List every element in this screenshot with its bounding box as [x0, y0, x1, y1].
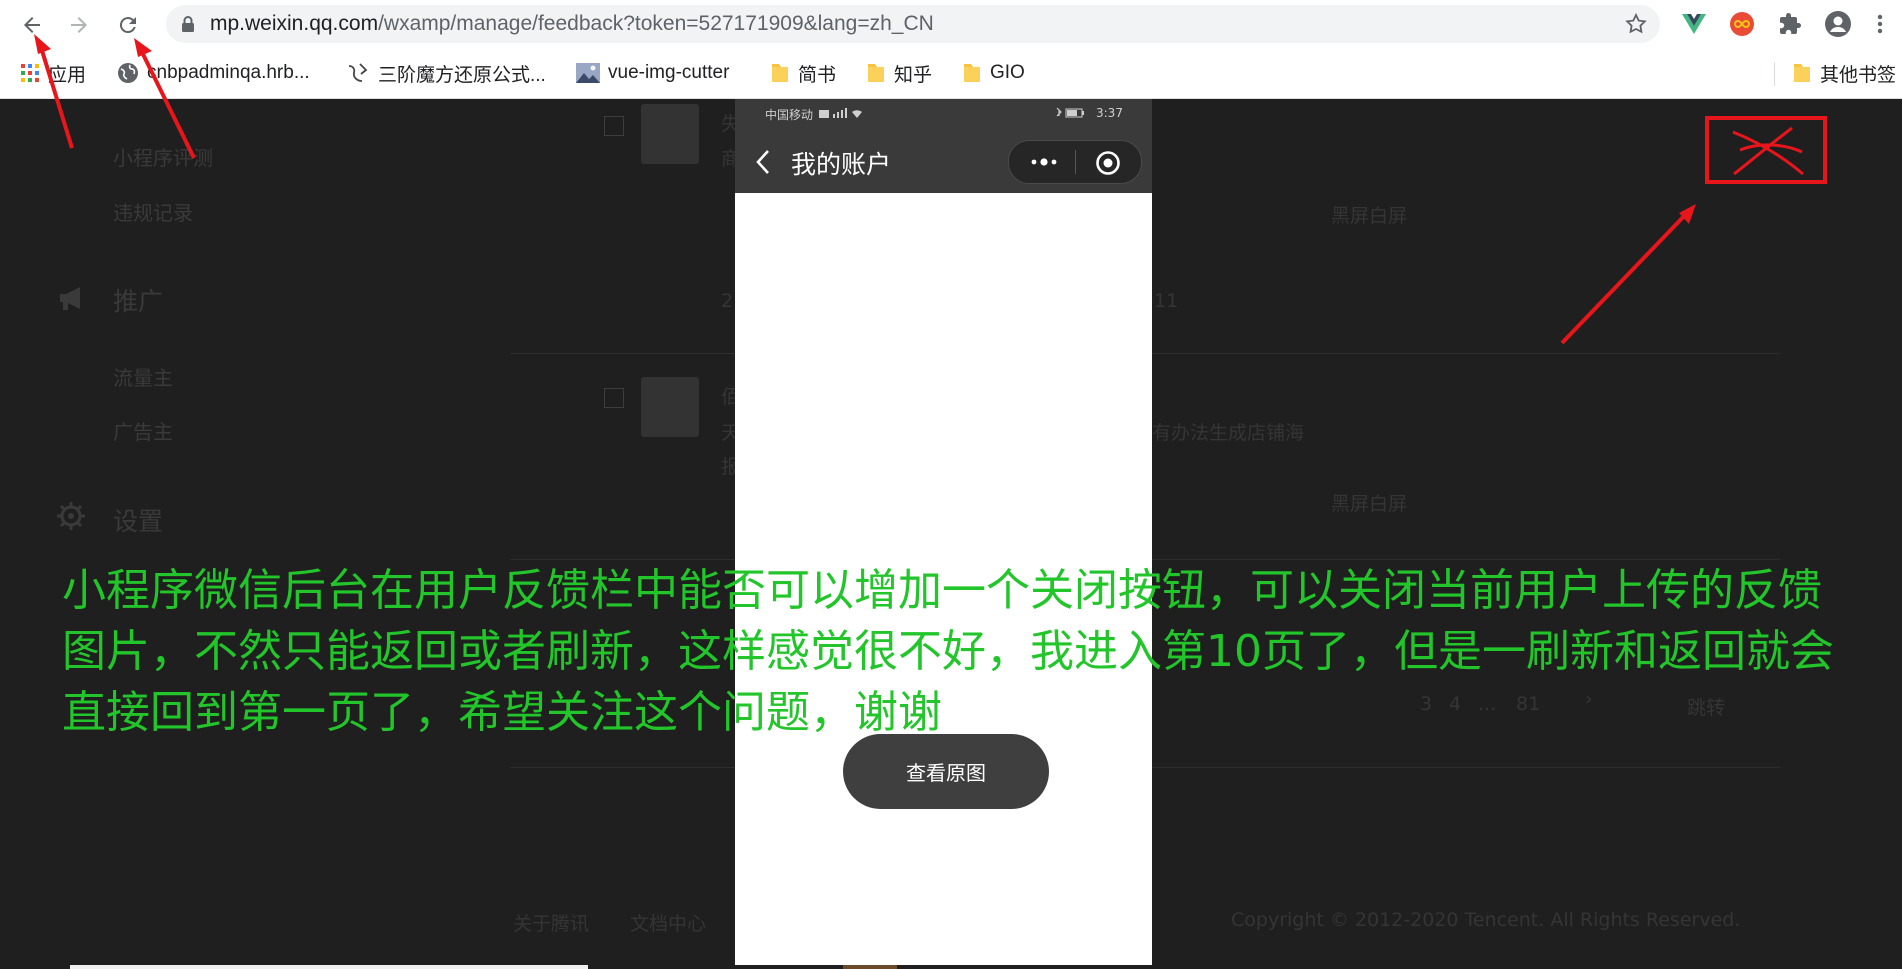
back-button[interactable] — [15, 8, 49, 42]
taskbar-strip — [843, 965, 897, 969]
carrier-text: 中国移动 — [765, 108, 814, 122]
apps-grid-icon — [21, 64, 39, 82]
blank-screen-label: 黑屏白屏 — [1331, 493, 1408, 515]
view-original-button[interactable]: 查看原图 — [843, 734, 1049, 809]
reload-button[interactable] — [111, 8, 145, 42]
bookmarks-divider — [1774, 62, 1775, 86]
bookmark-label: 其他书签 — [1820, 64, 1897, 86]
bookmark-cnbpadmin[interactable]: cnbpadminqa.hrb... — [117, 60, 310, 86]
sidebar-item-promotion[interactable]: 推广 — [113, 282, 163, 318]
forward-button[interactable] — [62, 8, 96, 42]
puzzle-icon — [1780, 13, 1801, 34]
folder-icon — [772, 64, 788, 82]
browser-toolbar: mp.weixin.qq.com/wxamp/manage/feedback?t… — [0, 0, 1902, 48]
lock-icon — [182, 16, 194, 32]
signal-icon — [819, 108, 862, 118]
bookmark-label: 知乎 — [894, 64, 933, 86]
feedback-text-fragment: 2 — [721, 290, 734, 312]
capsule-divider — [1075, 150, 1076, 174]
blank-screen-label: 黑屏白屏 — [1331, 205, 1408, 227]
copyright-text: Copyright © 2012-2020 Tencent. All Right… — [1231, 909, 1741, 931]
bookmark-gio[interactable]: GIO — [962, 60, 1025, 86]
bookmark-rubiks[interactable]: 三阶魔方还原公式... — [346, 60, 546, 86]
bookmarks-bar: 应用 cnbpadminqa.hrb... 三阶魔方还原公式... vue-im… — [0, 48, 1902, 99]
avatar — [641, 104, 699, 164]
url-host: mp.weixin.qq.com — [210, 12, 379, 35]
bookmark-label: cnbpadminqa.hrb... — [147, 62, 310, 83]
expand-checkbox[interactable] — [604, 388, 624, 408]
feedback-text-fragment: 有办法生成店铺海 — [1152, 422, 1305, 444]
profile-button[interactable] — [1824, 10, 1852, 38]
bookmark-label: vue-img-cutter — [608, 62, 730, 83]
globe-icon — [118, 63, 138, 83]
cube-logo-icon — [348, 63, 368, 82]
bookmark-label: GIO — [990, 62, 1025, 83]
phone-header: 中国移动 3:37 我的账户 — [735, 99, 1152, 193]
arrow-right-icon — [71, 17, 87, 33]
vue-devtools-button[interactable] — [1680, 10, 1708, 38]
image-thumb-icon — [576, 63, 600, 83]
feedback-image-preview: 中国移动 3:37 我的账户 — [735, 99, 1152, 965]
battery-icon — [1056, 107, 1084, 118]
bookmark-label: 三阶魔方还原公式... — [378, 64, 546, 86]
footer-link-about[interactable]: 关于腾讯 — [513, 909, 589, 936]
mini-program-capsule[interactable] — [1008, 140, 1142, 184]
extensions-button[interactable] — [1776, 10, 1804, 38]
bookmark-label: 应用 — [48, 64, 87, 86]
bookmark-zhihu[interactable]: 知乎 — [866, 60, 932, 86]
footer-link-docs[interactable]: 文档中心 — [630, 909, 706, 936]
vue-logo-icon — [1682, 14, 1706, 34]
menu-button[interactable] — [1866, 10, 1894, 38]
bookmark-vue-img-cutter[interactable]: vue-img-cutter — [576, 60, 729, 86]
phone-page-title: 我的账户 — [791, 150, 892, 179]
url-path: /wxamp/manage/feedback?token=527171909&l… — [378, 12, 934, 35]
star-icon[interactable] — [1624, 12, 1648, 36]
megaphone-icon — [60, 287, 80, 310]
avatar — [641, 377, 699, 437]
sidebar-item-advertiser[interactable]: 广告主 — [113, 416, 173, 445]
time-text: 3:37 — [1096, 106, 1123, 120]
bookmark-apps[interactable]: 应用 — [20, 60, 86, 86]
folder-icon — [964, 64, 980, 82]
sidebar-item-violations[interactable]: 违规记录 — [113, 197, 193, 226]
bookmark-jianshu[interactable]: 简书 — [770, 60, 836, 86]
gear-icon — [57, 502, 85, 530]
reload-icon — [119, 17, 136, 34]
feedback-text-fragment: 11 — [1154, 290, 1179, 312]
infinity-extension-button[interactable] — [1728, 10, 1756, 38]
url-text: mp.weixin.qq.com/wxamp/manage/feedback?t… — [210, 12, 934, 36]
folder-icon — [868, 64, 884, 82]
bookmark-other[interactable]: 其他书签 — [1792, 60, 1896, 86]
arrow-left-icon — [24, 17, 40, 33]
more-dots-icon[interactable] — [1030, 156, 1058, 168]
chevron-left-icon[interactable] — [755, 149, 771, 175]
sidebar-item-traffic-owner[interactable]: 流量主 — [113, 362, 173, 391]
taskbar-strip — [70, 965, 588, 969]
close-circle-icon[interactable] — [1095, 150, 1121, 176]
infinity-icon — [1730, 12, 1754, 36]
annotation-text: 小程序微信后台在用户反馈栏中能否可以增加一个关闭按钮，可以关闭当前用户上传的反馈… — [62, 565, 1834, 738]
sidebar-item-settings[interactable]: 设置 — [113, 502, 163, 538]
folder-icon — [1794, 64, 1810, 82]
more-vertical-icon — [1877, 14, 1883, 34]
expand-checkbox[interactable] — [604, 116, 624, 136]
address-bar[interactable]: mp.weixin.qq.com/wxamp/manage/feedback?t… — [166, 5, 1660, 43]
sidebar-item-review[interactable]: 小程序评测 — [113, 142, 213, 171]
bookmark-label: 简书 — [798, 64, 837, 86]
account-circle-icon — [1825, 11, 1851, 37]
